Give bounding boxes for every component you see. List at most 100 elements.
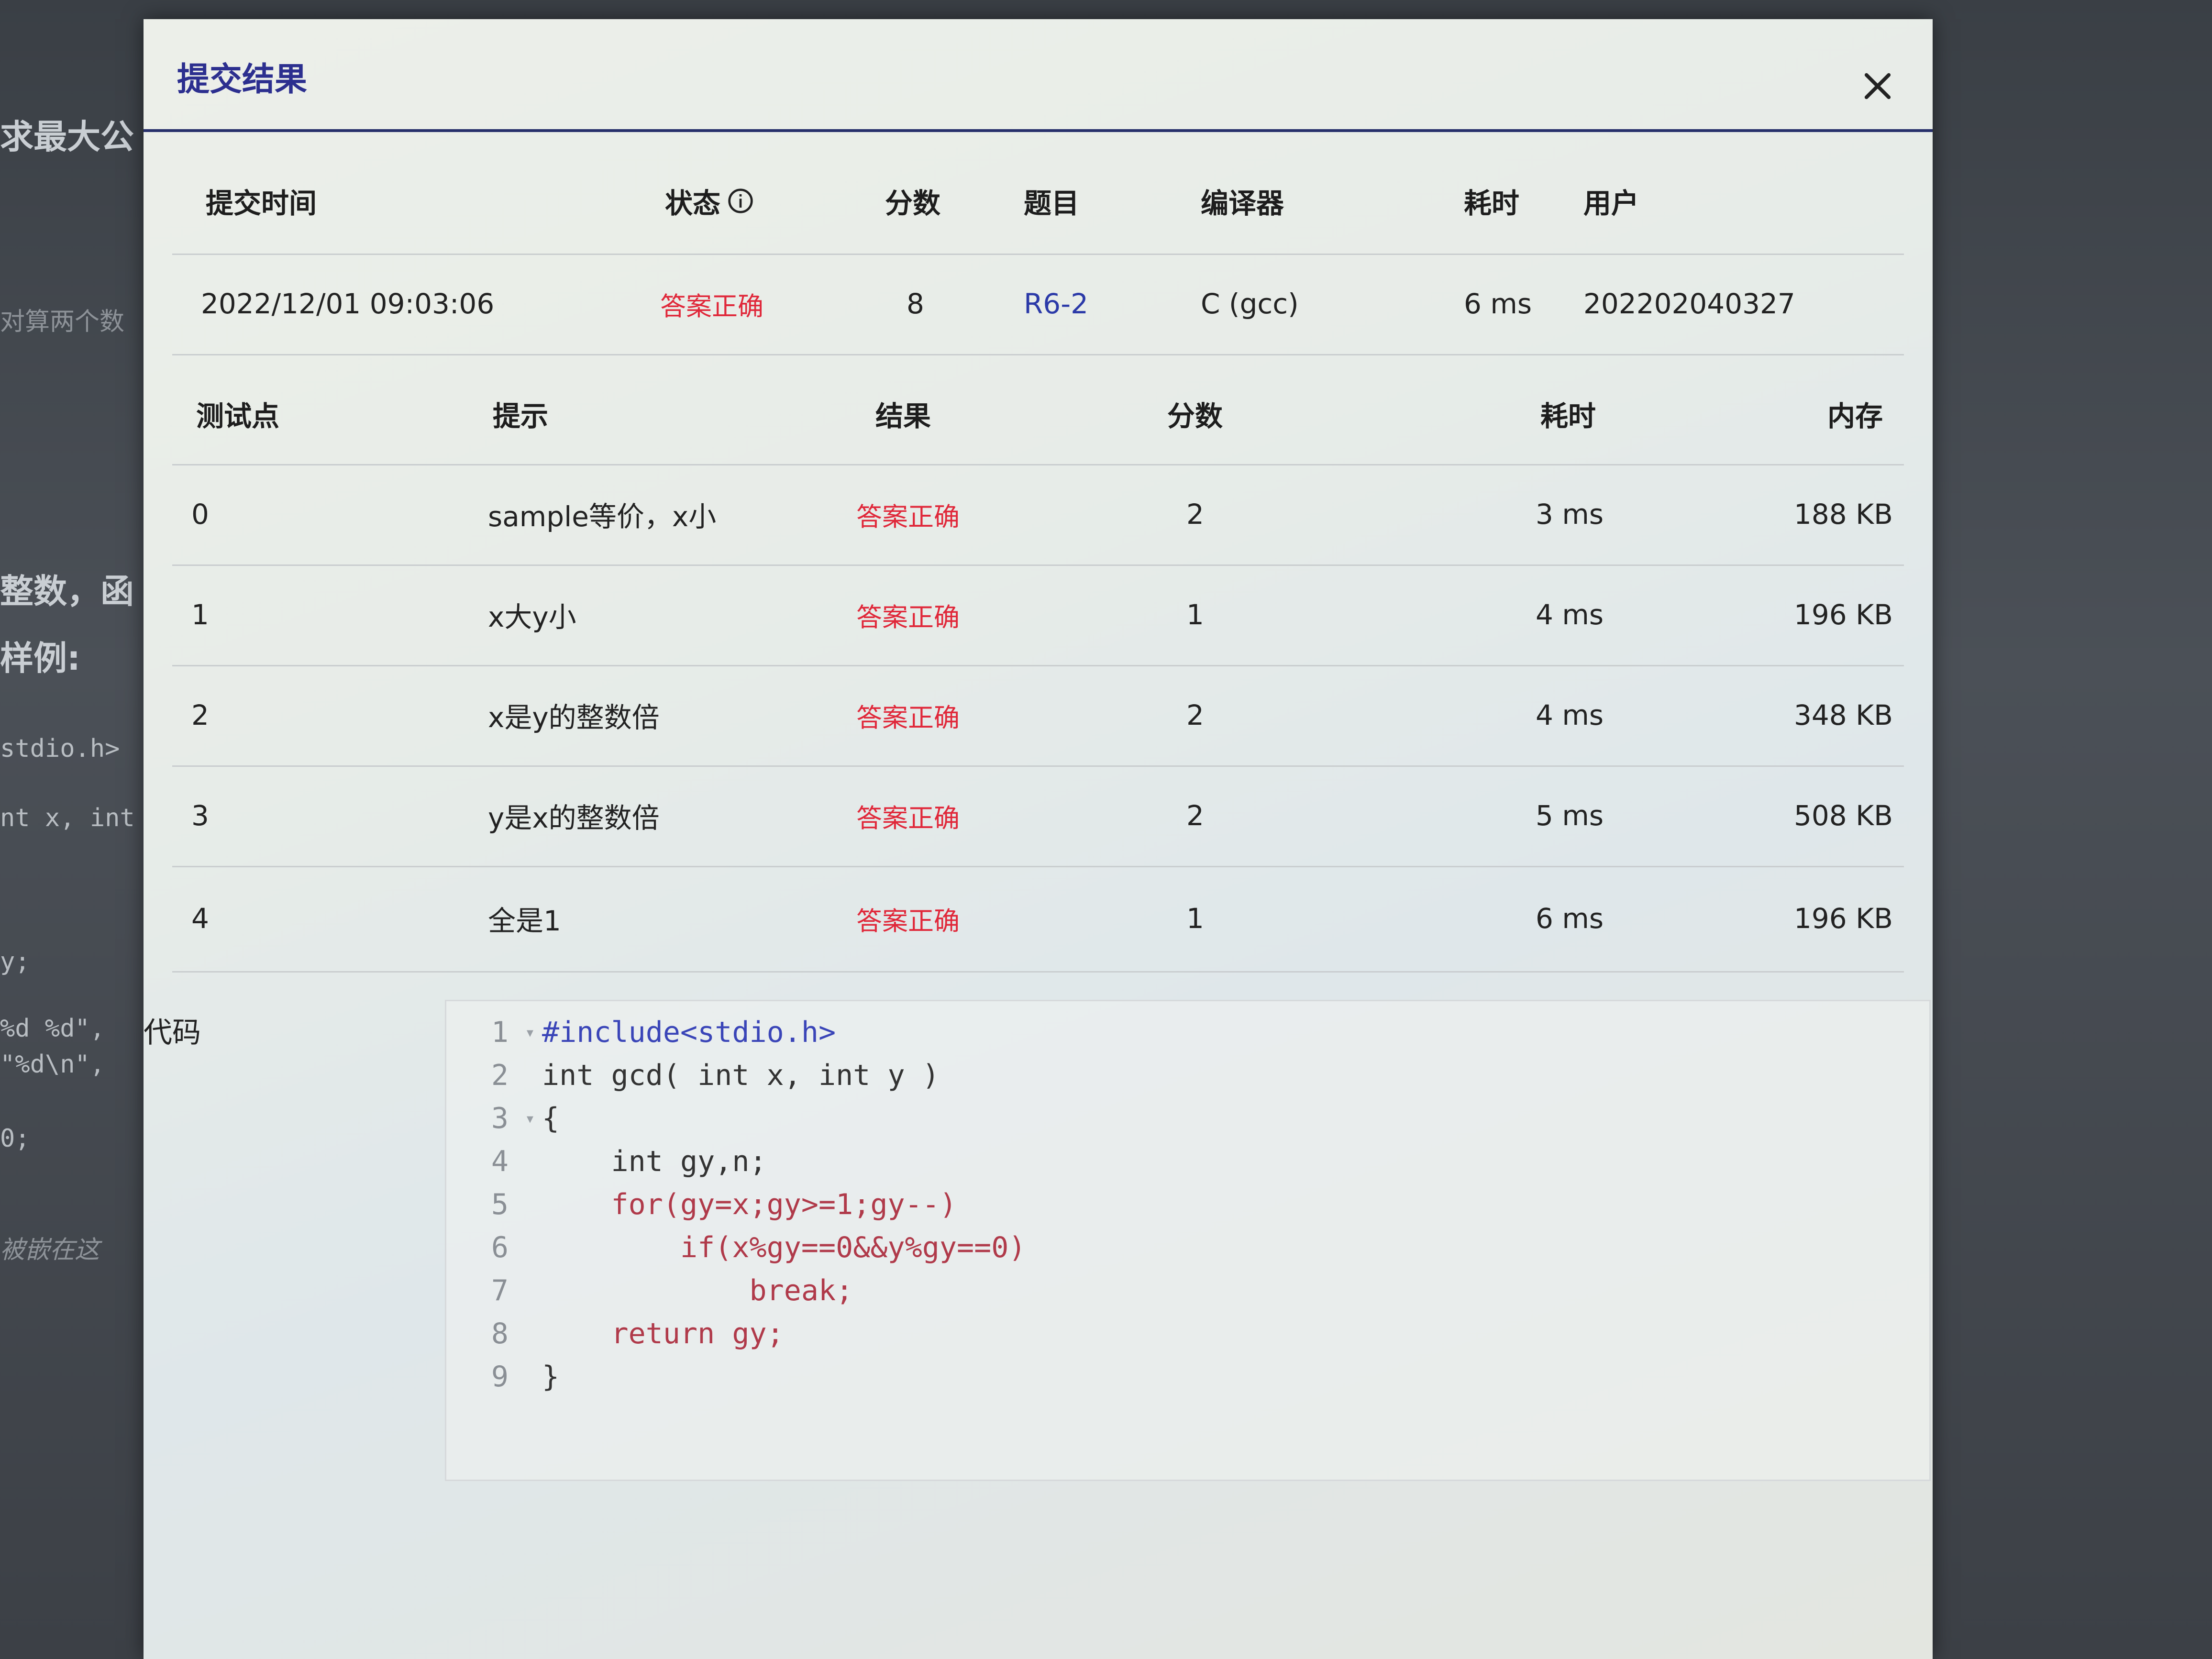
code-text: for(gy=x;gy>=1;gy--) <box>542 1188 957 1221</box>
testcase-hint: 全是1 <box>488 905 561 937</box>
fold-arrow-icon[interactable]: ▾ <box>518 1109 542 1128</box>
testcase-duration: 6 ms <box>1536 902 1604 935</box>
fold-arrow-icon[interactable]: ▾ <box>518 1023 542 1042</box>
info-icon[interactable] <box>727 188 754 214</box>
modal-title: 提交结果 <box>177 61 308 99</box>
testcase-id: 0 <box>191 498 209 531</box>
testcase-memory: 508 KB <box>1794 799 1893 832</box>
testcase-result: 答案正确 <box>856 803 960 833</box>
line-number: 7 <box>491 1274 509 1307</box>
background-text: 对算两个数 <box>0 308 125 336</box>
testcase-id: 2 <box>191 699 209 731</box>
testcase-score: 2 <box>1186 799 1204 832</box>
testcase-score: 1 <box>1186 902 1204 935</box>
column-header-score: 分数 <box>1167 400 1223 432</box>
testcase-score: 1 <box>1186 598 1204 631</box>
code-line: 8 return gy; <box>446 1312 1929 1355</box>
submission-duration: 6 ms <box>1464 288 1532 320</box>
column-header-hint: 提示 <box>493 400 549 432</box>
testcase-header-row: 测试点 提示 结果 分数 耗时 内存 <box>172 364 1904 465</box>
code-line: 7 break; <box>446 1269 1929 1312</box>
background-text: 被嵌在这 <box>0 1236 100 1264</box>
testcase-score: 2 <box>1186 699 1204 731</box>
testcase-result: 答案正确 <box>856 702 960 733</box>
submission-compiler: C (gcc) <box>1201 288 1299 320</box>
submission-time: 2022/12/01 09:03:06 <box>201 288 495 320</box>
submission-status: 答案正确 <box>660 291 763 321</box>
testcase-score: 2 <box>1186 498 1204 531</box>
testcase-row: 4 全是1 答案正确 1 6 ms 196 KB <box>172 866 1904 973</box>
testcase-duration: 5 ms <box>1536 799 1604 832</box>
testcase-memory: 196 KB <box>1794 598 1893 631</box>
testcase-row: 2 x是y的整数倍 答案正确 2 4 ms 348 KB <box>172 665 1904 767</box>
testcase-duration: 4 ms <box>1536 699 1604 731</box>
line-number: 4 <box>491 1145 509 1178</box>
line-number: 6 <box>491 1231 509 1264</box>
testcase-memory: 188 KB <box>1794 498 1893 531</box>
testcase-hint: x大y小 <box>488 601 576 633</box>
close-button[interactable] <box>1856 65 1899 108</box>
background-code-line: nt x, int <box>0 804 135 832</box>
background-heading: 求最大公 <box>0 117 134 156</box>
testcase-id: 3 <box>191 799 209 832</box>
testcase-hint: sample等价，x小 <box>488 500 717 533</box>
submission-result-modal: 提交结果 提交时间 状态 分数 题目 编译器 耗时 用户 2022/12/01 … <box>144 19 1933 1659</box>
testcase-row: 0 sample等价，x小 答案正确 2 3 ms 188 KB <box>172 464 1904 566</box>
line-number: 1 <box>491 1016 509 1049</box>
line-number: 9 <box>491 1360 509 1394</box>
code-text: if(x%gy==0&&y%gy==0) <box>542 1231 1026 1264</box>
code-text: break; <box>542 1274 853 1307</box>
code-line: 4 int gy,n; <box>446 1140 1929 1183</box>
column-header-time: 提交时间 <box>206 187 317 220</box>
submission-row: 2022/12/01 09:03:06 答案正确 8 R6-2 C (gcc) … <box>172 254 1904 355</box>
testcase-result: 答案正确 <box>856 906 960 936</box>
testcase-memory: 348 KB <box>1794 699 1893 731</box>
code-line: 6 if(x%gy==0&&y%gy==0) <box>446 1226 1929 1269</box>
code-line: 9 } <box>446 1355 1929 1398</box>
submission-user: 202202040327 <box>1583 288 1795 320</box>
testcase-result: 答案正确 <box>856 501 960 532</box>
code-line: 5 for(gy=x;gy>=1;gy--) <box>446 1183 1929 1226</box>
status-header-label: 状态 <box>665 187 721 220</box>
problem-link[interactable]: R6-2 <box>1024 254 1088 354</box>
modal-header: 提交结果 <box>144 19 1933 132</box>
code-text: } <box>542 1360 560 1394</box>
column-header-user: 用户 <box>1583 187 1639 220</box>
column-header-duration: 耗时 <box>1464 187 1520 220</box>
background-code-line: "%d\n", <box>0 1050 105 1079</box>
background-code-line: %d %d", <box>0 1014 105 1043</box>
column-header-result: 结果 <box>875 400 931 432</box>
line-number: 2 <box>491 1059 509 1092</box>
code-line: 2 int gcd( int x, int y ) <box>446 1054 1929 1097</box>
testcase-row: 1 x大y小 答案正确 1 4 ms 196 KB <box>172 564 1904 666</box>
code-line: 1 ▾ #include<stdio.h> <box>446 1011 1929 1054</box>
code-line: 3 ▾ { <box>446 1097 1929 1140</box>
testcase-row: 3 y是x的整数倍 答案正确 2 5 ms 508 KB <box>172 765 1904 867</box>
background-text: 整数，函 <box>0 572 134 611</box>
submission-header-row: 提交时间 状态 分数 题目 编译器 耗时 用户 <box>172 148 1904 255</box>
background-heading: 样例: <box>0 639 80 678</box>
code-text: return gy; <box>542 1317 784 1350</box>
testcase-duration: 3 ms <box>1536 498 1604 531</box>
line-number: 8 <box>491 1317 509 1350</box>
code-text: int gy,n; <box>542 1145 767 1178</box>
testcase-result: 答案正确 <box>856 602 960 632</box>
line-number: 5 <box>491 1188 509 1221</box>
testcase-id: 4 <box>191 902 209 935</box>
code-text: { <box>542 1102 560 1135</box>
testcase-duration: 4 ms <box>1536 598 1604 631</box>
submission-score: 8 <box>907 288 924 320</box>
testcase-hint: x是y的整数倍 <box>488 701 660 734</box>
column-header-case: 测试点 <box>196 400 280 432</box>
line-number: 3 <box>491 1102 509 1135</box>
code-viewer[interactable]: 1 ▾ #include<stdio.h> 2 int gcd( int x, … <box>445 1000 1931 1481</box>
column-header-status: 状态 <box>665 148 754 254</box>
background-code-line: 0; <box>0 1124 30 1153</box>
code-label: 代码 <box>144 1016 201 1050</box>
column-header-compiler: 编译器 <box>1201 187 1284 220</box>
column-header-score: 分数 <box>885 187 941 220</box>
column-header-duration: 耗时 <box>1540 400 1596 432</box>
testcase-id: 1 <box>191 598 209 631</box>
column-header-problem: 题目 <box>1024 187 1080 220</box>
background-code-line: y; <box>0 947 30 976</box>
